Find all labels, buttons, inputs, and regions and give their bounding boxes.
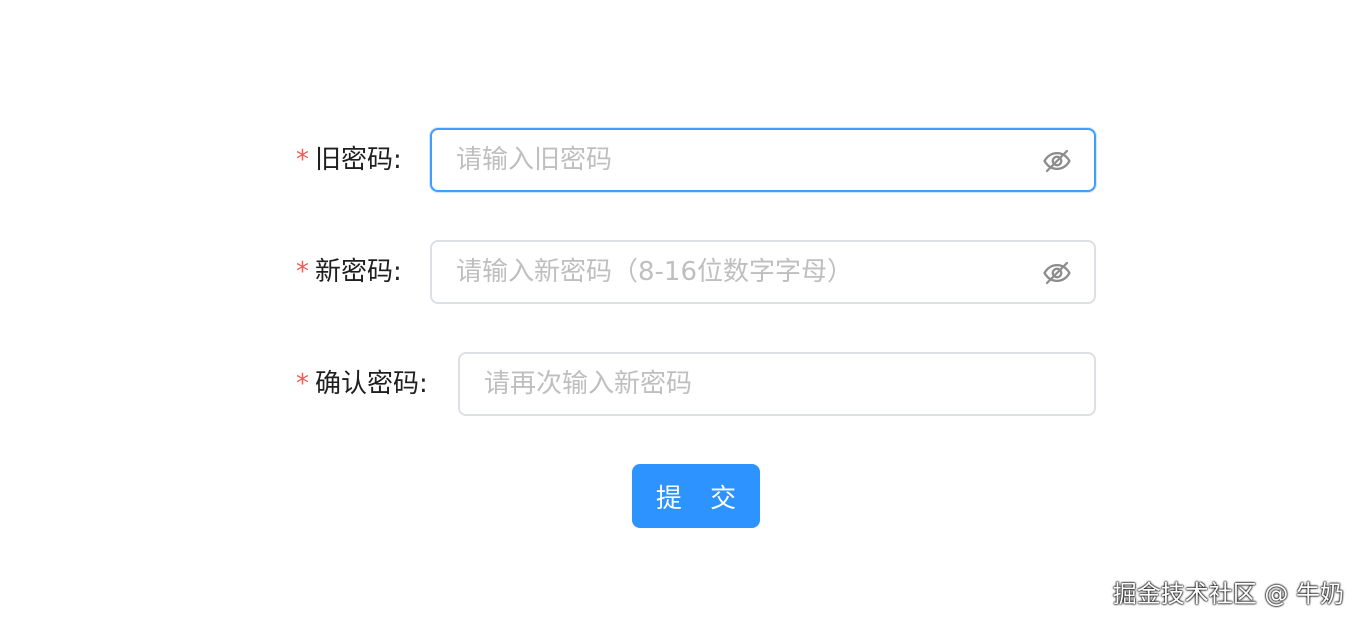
watermark: 掘金技术社区 @ 牛奶 <box>1112 580 1344 608</box>
old-password-input[interactable] <box>456 130 1028 190</box>
new-password-input[interactable] <box>456 242 1028 302</box>
new-password-input-wrapper <box>430 240 1096 304</box>
required-mark: * <box>296 145 309 175</box>
required-mark: * <box>296 369 309 399</box>
confirm-password-label-text: 确认密码: <box>315 369 428 399</box>
new-password-label-text: 新密码: <box>315 257 402 287</box>
old-password-input-wrapper <box>430 128 1096 192</box>
confirm-password-label: * 确认密码: <box>296 352 428 416</box>
old-password-label-text: 旧密码: <box>315 145 402 175</box>
eye-off-icon[interactable] <box>1042 258 1072 288</box>
required-mark: * <box>296 257 309 287</box>
submit-button[interactable]: 提 交 <box>632 464 760 528</box>
old-password-row: * 旧密码: <box>0 128 1362 192</box>
confirm-password-input-wrapper <box>458 352 1096 416</box>
old-password-label: * 旧密码: <box>296 128 402 192</box>
eye-off-icon[interactable] <box>1042 146 1072 176</box>
new-password-label: * 新密码: <box>296 240 402 304</box>
confirm-password-row: * 确认密码: <box>0 352 1362 416</box>
new-password-row: * 新密码: <box>0 240 1362 304</box>
change-password-page: * 旧密码: * 新密码: * 确认密码: 提 交 掘金技术社区 @ 牛奶 <box>0 0 1362 624</box>
confirm-password-input[interactable] <box>484 354 1028 414</box>
